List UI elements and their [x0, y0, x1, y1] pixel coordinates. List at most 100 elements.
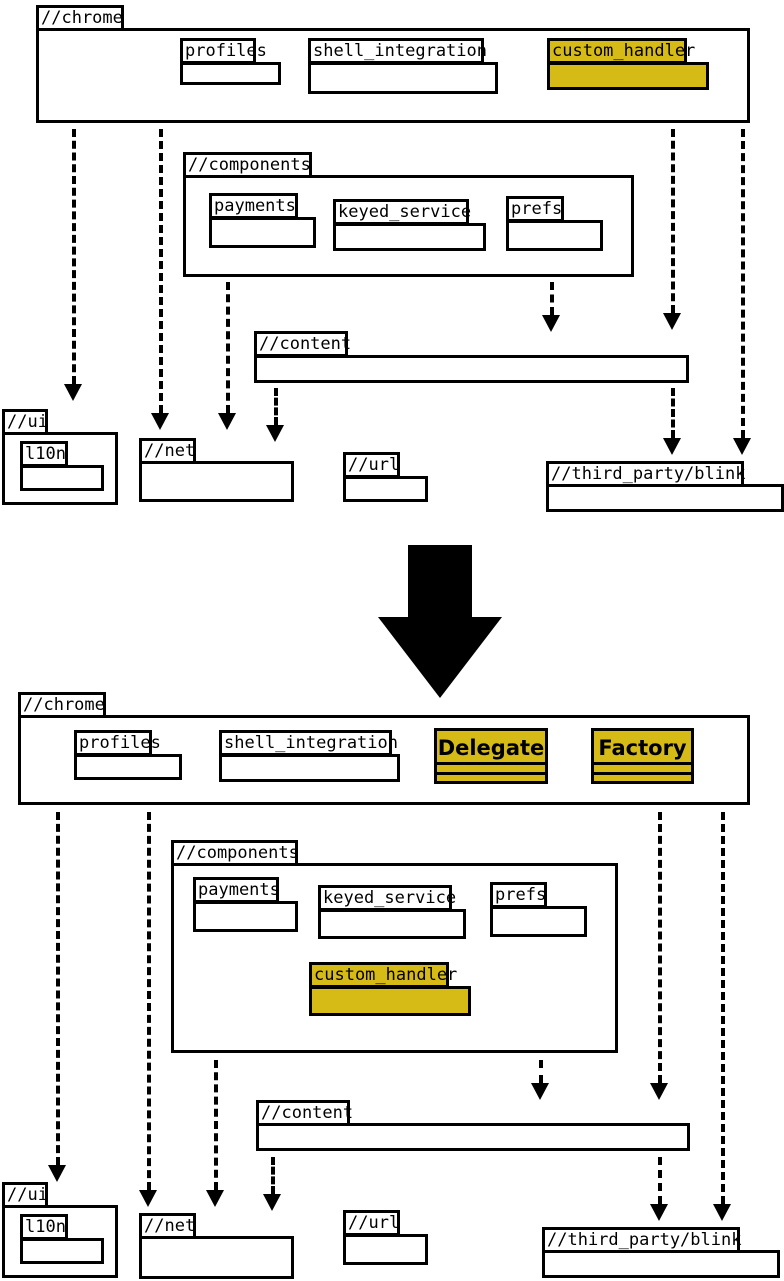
class-name: Factory — [594, 731, 691, 765]
dependency-content-to-url — [274, 388, 278, 425]
package-label: custom_handler — [309, 962, 457, 988]
dependency-arrowhead — [531, 1083, 549, 1100]
dependency-arrowhead — [139, 1190, 157, 1207]
package-label: profiles — [74, 730, 161, 756]
package-blink-before: //third_party/blink — [546, 461, 784, 512]
package-label: //components — [183, 152, 312, 178]
dependency-content-to-url — [271, 1157, 275, 1194]
dependency-chrome-to-blink — [741, 129, 745, 438]
package-body — [309, 986, 471, 1016]
package-label: //components — [171, 840, 299, 866]
package-custom-handler-before: custom_handler — [547, 38, 709, 90]
dependency-chrome-to-net — [159, 129, 163, 413]
package-label: //content — [254, 331, 351, 357]
transform-arrow-shaft — [408, 545, 472, 617]
dependency-content-to-blink — [658, 1157, 662, 1204]
package-body — [343, 1234, 428, 1265]
package-label: //url — [343, 452, 400, 478]
package-body — [20, 1238, 104, 1264]
package-label: //ui — [2, 409, 48, 435]
dependency-chrome-to-content — [658, 812, 662, 1083]
class-factory: Factory — [591, 728, 694, 784]
package-net-before: //net — [139, 438, 294, 502]
package-label: l10n — [20, 1214, 68, 1240]
class-name: Delegate — [437, 731, 545, 765]
package-label: payments — [209, 193, 298, 219]
dependency-arrowhead — [663, 313, 681, 330]
dependency-arrowhead — [151, 413, 169, 430]
package-label: //content — [256, 1100, 353, 1126]
dependency-arrowhead — [650, 1204, 668, 1221]
dependency-content-to-blink — [671, 388, 675, 438]
package-label: shell_integration — [219, 730, 398, 756]
package-label: //chrome — [36, 5, 124, 31]
dependency-components-to-net — [226, 282, 230, 413]
package-body — [308, 62, 498, 94]
package-label: //url — [343, 1210, 400, 1236]
package-label: //net — [139, 1213, 196, 1239]
dependency-components-to-content — [539, 1060, 543, 1083]
package-label: //ui — [2, 1182, 48, 1208]
package-label: keyed_service — [333, 199, 471, 225]
package-label: l10n — [20, 441, 68, 467]
package-body — [193, 901, 298, 932]
package-label: keyed_service — [318, 885, 456, 911]
class-attributes-compartment — [437, 765, 545, 775]
package-url-before: //url — [343, 452, 428, 502]
dependency-chrome-to-net — [147, 812, 151, 1190]
transform-arrow-icon — [370, 545, 510, 698]
package-body — [219, 754, 400, 782]
dependency-chrome-to-ui — [56, 812, 60, 1165]
package-body — [139, 1236, 294, 1279]
package-label: custom_handler — [547, 38, 695, 64]
dependency-arrowhead — [650, 1083, 668, 1100]
package-custom-handler-after: custom_handler — [309, 962, 471, 1016]
dependency-chrome-to-blink — [721, 812, 725, 1204]
package-body — [139, 461, 294, 502]
package-body — [546, 484, 784, 512]
package-shell-integration-before: shell_integration — [308, 38, 498, 94]
package-keyed-service-after: keyed_service — [318, 885, 466, 939]
dependency-arrowhead — [542, 315, 560, 332]
package-label: prefs — [490, 882, 547, 908]
package-label: //third_party/blink — [546, 461, 745, 487]
package-body — [333, 223, 486, 251]
package-net-after: //net — [139, 1213, 294, 1279]
package-label: shell_integration — [308, 38, 487, 64]
package-content-before: //content — [254, 331, 689, 383]
package-body — [506, 220, 603, 251]
dependency-arrowhead — [733, 438, 751, 455]
package-body — [542, 1250, 780, 1278]
package-profiles-before: profiles — [180, 38, 281, 85]
package-blink-after: //third_party/blink — [542, 1227, 780, 1278]
package-components-after: //components — [171, 840, 618, 1053]
package-body — [254, 355, 689, 383]
dependency-arrowhead — [64, 384, 82, 401]
package-diagram-canvas: //chrome profiles shell_integration cust… — [0, 0, 784, 1281]
dependency-arrowhead — [663, 438, 681, 455]
package-body — [490, 906, 587, 937]
package-body — [74, 754, 182, 780]
package-body — [209, 217, 316, 248]
dependency-chrome-to-content — [671, 129, 675, 313]
package-body — [180, 62, 281, 85]
package-label: //third_party/blink — [542, 1227, 741, 1253]
dependency-components-to-net — [214, 1060, 218, 1190]
dependency-arrowhead — [713, 1204, 731, 1221]
dependency-arrowhead — [218, 413, 236, 430]
class-operations-compartment — [437, 775, 545, 785]
class-attributes-compartment — [594, 765, 691, 775]
package-label: profiles — [180, 38, 267, 64]
dependency-arrowhead — [263, 1194, 281, 1211]
package-url-after: //url — [343, 1210, 428, 1265]
package-label: payments — [193, 877, 280, 903]
dependency-chrome-to-ui — [72, 129, 76, 384]
package-label: //net — [139, 438, 196, 464]
package-body — [547, 62, 709, 90]
package-body — [256, 1123, 690, 1151]
package-shell-integration-after: shell_integration — [219, 730, 400, 782]
dependency-arrowhead — [206, 1190, 224, 1207]
package-content-after: //content — [256, 1100, 690, 1151]
package-body — [20, 465, 104, 491]
package-keyed-service-before: keyed_service — [333, 199, 486, 251]
